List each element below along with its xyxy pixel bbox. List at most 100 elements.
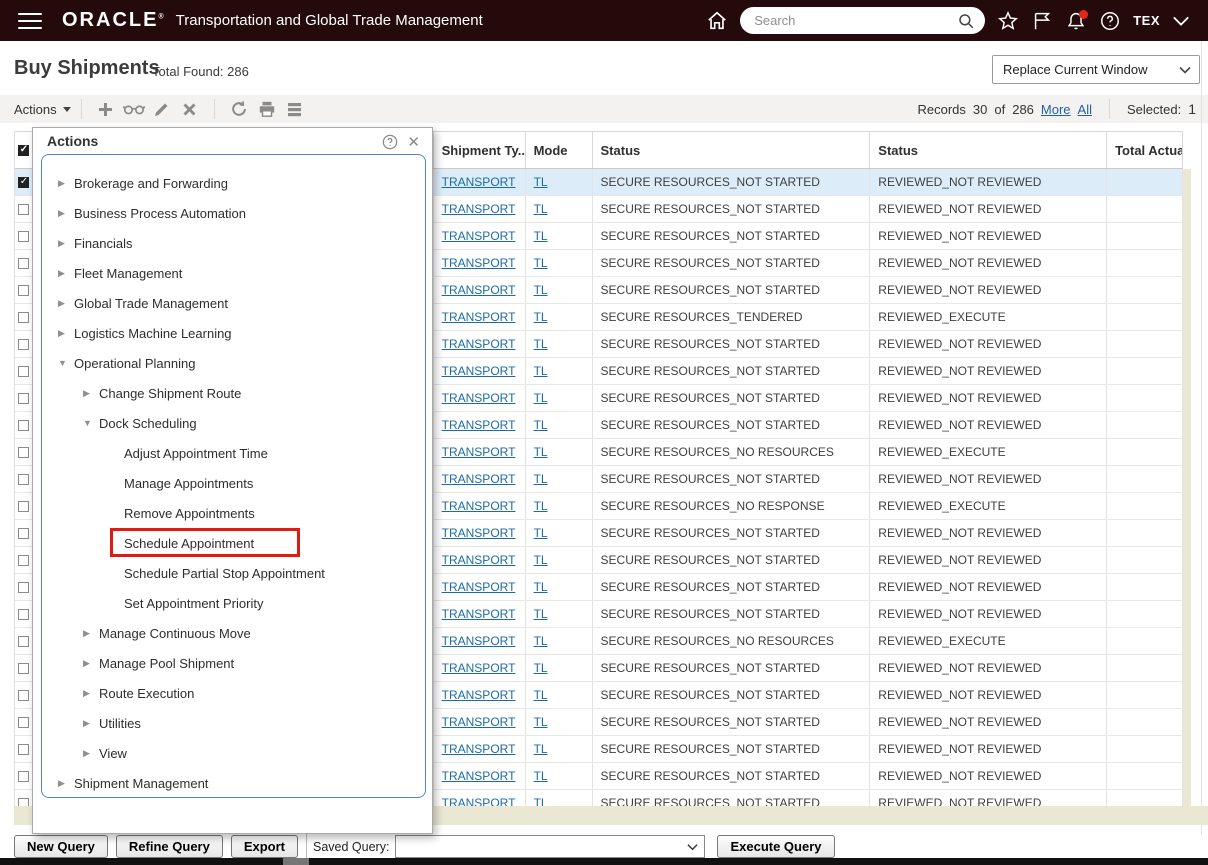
mode-link[interactable]: TL	[534, 202, 548, 216]
header-shipment-type[interactable]: Shipment Ty...	[434, 132, 526, 168]
flag-icon[interactable]	[1031, 10, 1053, 32]
tree-collapsed-icon[interactable]: ▶	[83, 688, 90, 699]
header-total-actual[interactable]: Total Actual	[1107, 132, 1184, 168]
shipment-type-link[interactable]: TRANSPORT	[442, 769, 516, 783]
mode-link[interactable]: TL	[534, 715, 548, 729]
shipment-type-link[interactable]: TRANSPORT	[442, 229, 516, 243]
new-query-button[interactable]: New Query	[14, 835, 108, 858]
shipment-type-link[interactable]: TRANSPORT	[442, 202, 516, 216]
mode-link[interactable]: TL	[534, 445, 548, 459]
mode-link[interactable]: TL	[534, 310, 548, 324]
shipment-type-link[interactable]: TRANSPORT	[442, 688, 516, 702]
tree-collapsed-icon[interactable]: ▶	[83, 388, 90, 399]
tree-collapsed-icon[interactable]: ▶	[58, 298, 65, 309]
help-icon[interactable]	[1099, 10, 1121, 32]
actions-menu-item[interactable]: ▶ Manage Continuous Move	[42, 618, 425, 648]
tree-collapsed-icon[interactable]: ▶	[83, 748, 90, 759]
vertical-scrollbar[interactable]	[1183, 169, 1191, 806]
search-icon[interactable]	[957, 12, 975, 30]
shipment-type-link[interactable]: TRANSPORT	[442, 445, 516, 459]
mode-link[interactable]: TL	[534, 283, 548, 297]
tree-collapsed-icon[interactable]: ▶	[58, 328, 65, 339]
mode-link[interactable]: TL	[534, 418, 548, 432]
tree-collapsed-icon[interactable]: ▶	[83, 658, 90, 669]
header-status-1[interactable]: Status	[593, 132, 871, 168]
mode-link[interactable]: TL	[534, 661, 548, 675]
hamburger-menu-icon[interactable]	[18, 12, 42, 29]
actions-menu-item[interactable]: ▼ Dock Scheduling	[42, 408, 425, 438]
export-button[interactable]: Export	[230, 835, 299, 858]
actions-menu-item[interactable]: ▶ Logistics Machine Learning	[42, 318, 425, 348]
favorites-star-icon[interactable]	[997, 10, 1019, 32]
refresh-icon[interactable]	[228, 98, 250, 120]
actions-menu-item[interactable]: Set Appointment Priority	[42, 588, 425, 618]
shipment-type-link[interactable]: TRANSPORT	[442, 661, 516, 675]
actions-menu-item[interactable]: ▶ Fleet Management	[42, 258, 425, 288]
mode-link[interactable]: TL	[534, 607, 548, 621]
search-input[interactable]	[754, 13, 958, 28]
actions-menu-item[interactable]: ▶ Manage Pool Shipment	[42, 648, 425, 678]
notifications-bell-icon[interactable]	[1065, 9, 1089, 32]
shipment-type-link[interactable]: TRANSPORT	[442, 310, 516, 324]
home-icon[interactable]	[706, 10, 728, 32]
mode-link[interactable]: TL	[534, 580, 548, 594]
header-mode[interactable]: Mode	[526, 132, 593, 168]
window-mode-select[interactable]: Replace Current Window	[992, 55, 1200, 84]
actions-menu-item[interactable]: ▶ Utilities	[42, 708, 425, 738]
mode-link[interactable]: TL	[534, 175, 548, 189]
add-icon[interactable]	[95, 98, 117, 120]
tree-collapsed-icon[interactable]: ▶	[58, 778, 65, 789]
actions-menu-item[interactable]: Schedule Partial Stop Appointment	[42, 558, 425, 588]
mode-link[interactable]: TL	[534, 742, 548, 756]
header-status-2[interactable]: Status	[870, 132, 1108, 168]
actions-menu-item[interactable]: ▶ Route Execution	[42, 678, 425, 708]
actions-menu-item[interactable]: Remove Appointments	[42, 498, 425, 528]
popup-help-icon[interactable]	[382, 134, 398, 150]
tree-collapsed-icon[interactable]: ▶	[58, 208, 65, 219]
popup-close-icon[interactable]: ✕	[407, 133, 420, 151]
shipment-type-link[interactable]: TRANSPORT	[442, 472, 516, 486]
delete-x-icon[interactable]	[179, 98, 201, 120]
mode-link[interactable]: TL	[534, 337, 548, 351]
mode-link[interactable]: TL	[534, 229, 548, 243]
user-menu[interactable]: TEX	[1133, 13, 1160, 28]
shipment-type-link[interactable]: TRANSPORT	[442, 256, 516, 270]
actions-menu-item[interactable]: ▶ View	[42, 738, 425, 768]
saved-query-select[interactable]	[395, 835, 706, 858]
actions-menu-item[interactable]: ▶ Financials	[42, 228, 425, 258]
shipment-type-link[interactable]: TRANSPORT	[442, 364, 516, 378]
mode-link[interactable]: TL	[534, 526, 548, 540]
search-box[interactable]	[740, 7, 986, 34]
tree-collapsed-icon[interactable]: ▶	[83, 718, 90, 729]
actions-menu-button[interactable]: Actions	[14, 102, 71, 117]
shipment-type-link[interactable]: TRANSPORT	[442, 553, 516, 567]
mode-link[interactable]: TL	[534, 391, 548, 405]
shipment-type-link[interactable]: TRANSPORT	[442, 499, 516, 513]
tree-expanded-icon[interactable]: ▼	[58, 358, 67, 368]
refine-query-button[interactable]: Refine Query	[115, 835, 223, 858]
shipment-type-link[interactable]: TRANSPORT	[442, 742, 516, 756]
more-link[interactable]: More	[1041, 102, 1071, 117]
tree-collapsed-icon[interactable]: ▶	[58, 268, 65, 279]
mode-link[interactable]: TL	[534, 364, 548, 378]
chevron-down-icon[interactable]	[1172, 10, 1190, 32]
bottom-scrollbar-thumb[interactable]	[283, 858, 309, 865]
tree-expanded-icon[interactable]: ▼	[83, 418, 92, 428]
actions-menu-item[interactable]: ▶ Shipment Management	[42, 768, 425, 797]
actions-menu-item[interactable]: Manage Appointments	[42, 468, 425, 498]
shipment-type-link[interactable]: TRANSPORT	[442, 175, 516, 189]
view-glasses-icon[interactable]	[122, 98, 145, 120]
shipment-type-link[interactable]: TRANSPORT	[442, 715, 516, 729]
actions-menu-item[interactable]: ▶ Business Process Automation	[42, 198, 425, 228]
mode-link[interactable]: TL	[534, 472, 548, 486]
rows-icon[interactable]	[284, 98, 306, 120]
mode-link[interactable]: TL	[534, 688, 548, 702]
mode-link[interactable]: TL	[534, 553, 548, 567]
actions-menu-item[interactable]: ▶ Brokerage and Forwarding	[42, 168, 425, 198]
shipment-type-link[interactable]: TRANSPORT	[442, 580, 516, 594]
shipment-type-link[interactable]: TRANSPORT	[442, 337, 516, 351]
shipment-type-link[interactable]: TRANSPORT	[442, 526, 516, 540]
all-link[interactable]: All	[1078, 102, 1092, 117]
tree-collapsed-icon[interactable]: ▶	[58, 238, 65, 249]
edit-pencil-icon[interactable]	[151, 98, 173, 120]
